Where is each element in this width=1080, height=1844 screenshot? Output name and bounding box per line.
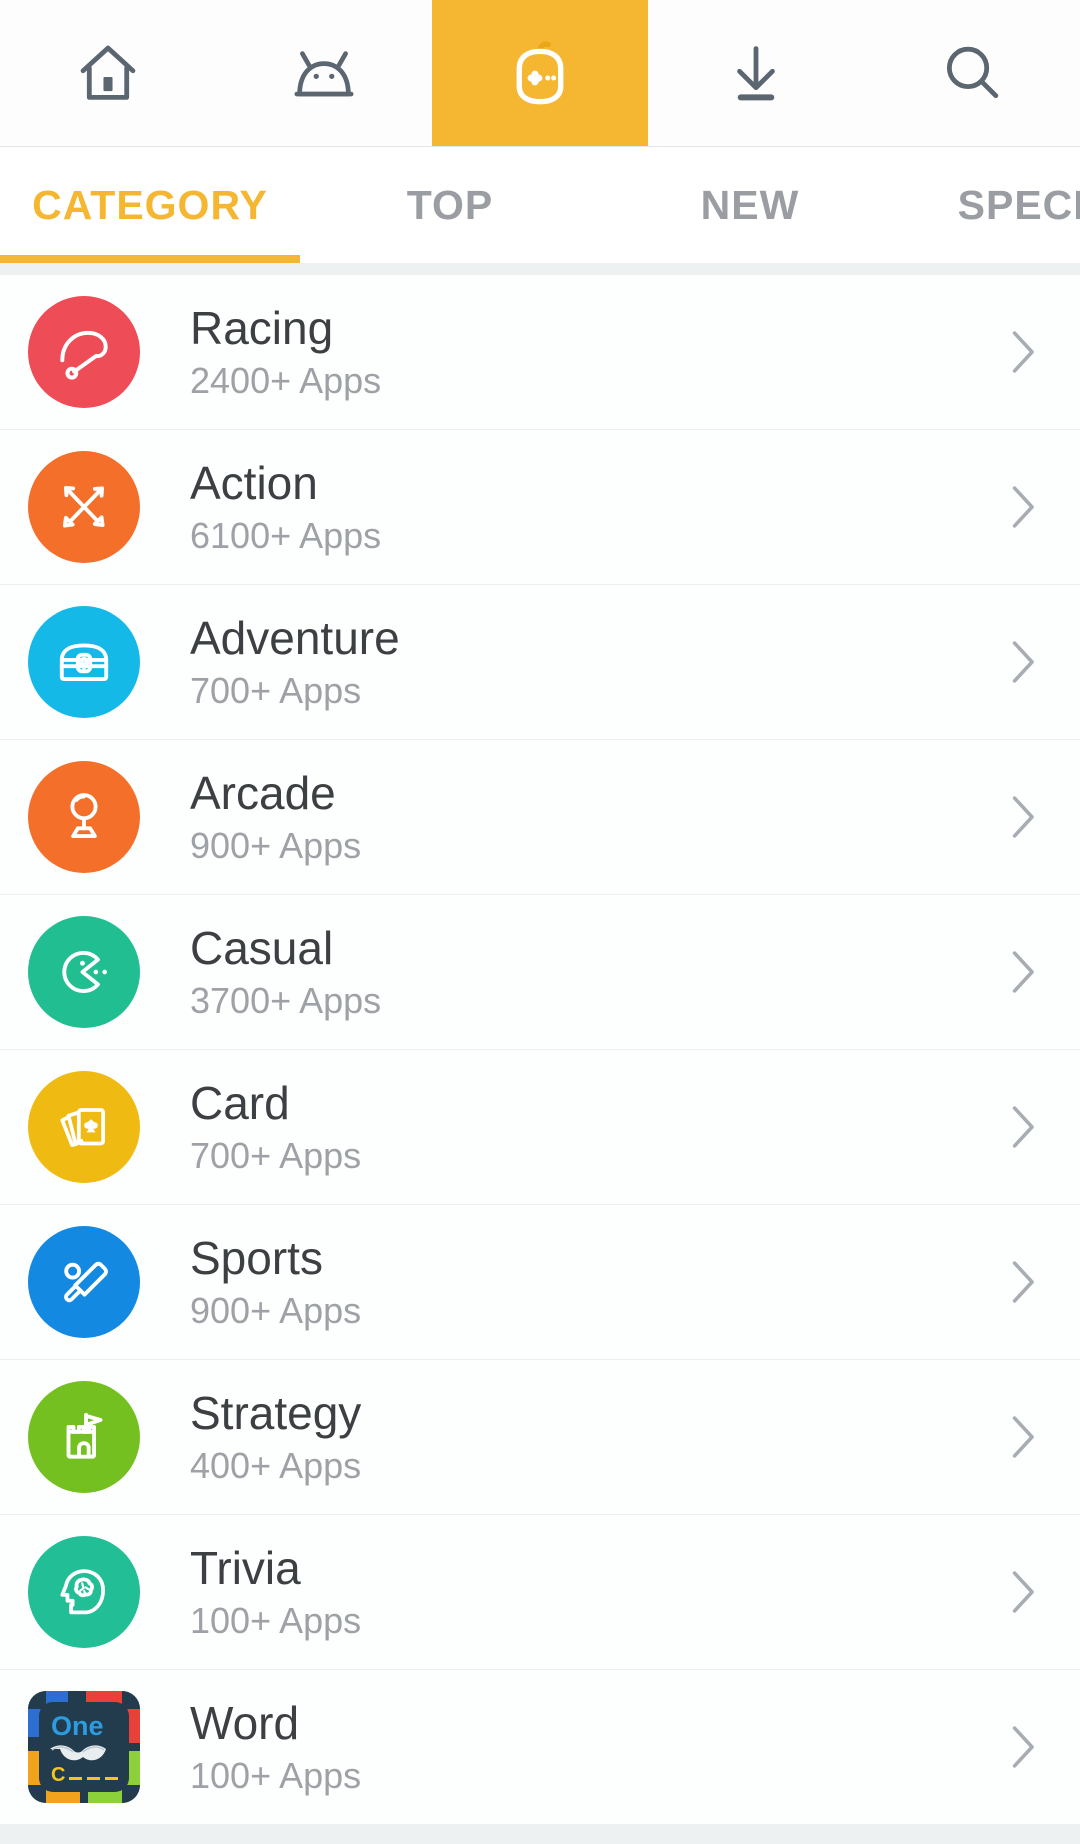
- category-title: Action: [190, 457, 318, 510]
- category-icon-trivia: [28, 1536, 140, 1648]
- category-list: Racing 2400+ Apps Action 6100+ Apps Adve…: [0, 263, 1080, 1844]
- chevron-right-icon[interactable]: [1004, 481, 1044, 533]
- brain-head-icon: [53, 1561, 115, 1623]
- tab-special[interactable]: SPECIAL: [900, 147, 1080, 263]
- category-icon-casual: [28, 916, 140, 1028]
- tab-top-label: TOP: [406, 181, 494, 228]
- category-count: 900+ Apps: [190, 824, 362, 866]
- category-count: 100+ Apps: [190, 1754, 362, 1796]
- android-robot-icon: [288, 39, 360, 107]
- download-icon: [722, 39, 790, 107]
- game-controller-icon: [501, 36, 579, 110]
- nav-item-search[interactable]: [864, 0, 1080, 146]
- category-count: 6100+ Apps: [190, 514, 382, 556]
- category-title: Arcade: [190, 767, 336, 820]
- category-title: Sports: [190, 1232, 323, 1285]
- tab-special-label: SPECIAL: [957, 181, 1080, 228]
- category-text: Racing 2400+ Apps: [140, 303, 1004, 400]
- search-icon: [938, 39, 1006, 107]
- list-item[interactable]: Racing 2400+ Apps: [0, 275, 1080, 430]
- list-item[interactable]: Action 6100+ Apps: [0, 430, 1080, 585]
- chevron-right-icon[interactable]: [1004, 946, 1044, 998]
- chevron-right-icon[interactable]: [1004, 1721, 1044, 1773]
- tab-top[interactable]: TOP: [300, 147, 600, 263]
- category-icon-card: [28, 1071, 140, 1183]
- category-tabs: CATEGORY TOP NEW SPECIAL: [0, 147, 1080, 263]
- tab-new[interactable]: NEW: [600, 147, 900, 263]
- list-item[interactable]: Casual 3700+ Apps: [0, 895, 1080, 1050]
- chevron-right-icon[interactable]: [1004, 791, 1044, 843]
- category-text: Adventure 700+ Apps: [140, 613, 1004, 710]
- category-title: Racing: [190, 302, 334, 355]
- category-text: Arcade 900+ Apps: [140, 768, 1004, 865]
- chevron-right-icon[interactable]: [1004, 1101, 1044, 1153]
- category-text: Trivia 100+ Apps: [140, 1543, 1004, 1640]
- crossed-swords-icon: [53, 476, 115, 538]
- category-title: Casual: [190, 922, 334, 975]
- category-title: Adventure: [190, 612, 400, 665]
- svg-text:C: C: [51, 1764, 65, 1786]
- category-count: 400+ Apps: [190, 1444, 362, 1486]
- category-text: Strategy 400+ Apps: [140, 1388, 1004, 1485]
- chevron-right-icon[interactable]: [1004, 636, 1044, 688]
- category-text: Action 6100+ Apps: [140, 458, 1004, 555]
- category-icon-strategy: [28, 1381, 140, 1493]
- tab-category[interactable]: CATEGORY: [0, 147, 300, 263]
- category-text: Word 100+ Apps: [140, 1698, 1004, 1795]
- category-icon-action: [28, 451, 140, 563]
- category-count: 700+ Apps: [190, 1134, 362, 1176]
- list-item[interactable]: Card 700+ Apps: [0, 1050, 1080, 1205]
- category-title: Strategy: [190, 1387, 362, 1440]
- nav-item-games[interactable]: [432, 0, 648, 146]
- chevron-right-icon[interactable]: [1004, 1566, 1044, 1618]
- nav-item-home[interactable]: [0, 0, 216, 146]
- top-navigation-bar: [0, 0, 1080, 147]
- category-title: Word: [190, 1697, 300, 1750]
- chevron-right-icon[interactable]: [1004, 1256, 1044, 1308]
- category-count: 100+ Apps: [190, 1599, 362, 1641]
- tab-new-label: NEW: [700, 181, 800, 228]
- joystick-icon: [53, 786, 115, 848]
- chevron-right-icon[interactable]: [1004, 326, 1044, 378]
- list-item[interactable]: Arcade 900+ Apps: [0, 740, 1080, 895]
- category-count: 3700+ Apps: [190, 979, 382, 1021]
- svg-text:One: One: [51, 1711, 104, 1741]
- list-item[interactable]: Trivia 100+ Apps: [0, 1515, 1080, 1670]
- nav-item-apps[interactable]: [216, 0, 432, 146]
- category-icon-racing: [28, 296, 140, 408]
- category-text: Card 700+ Apps: [140, 1078, 1004, 1175]
- pacman-icon: [53, 941, 115, 1003]
- category-title: Trivia: [190, 1542, 301, 1595]
- treasure-chest-icon: [53, 631, 115, 693]
- castle-flag-icon: [53, 1406, 115, 1468]
- category-icon-adventure: [28, 606, 140, 718]
- speedometer-icon: [53, 321, 115, 383]
- list-item[interactable]: Strategy 400+ Apps: [0, 1360, 1080, 1515]
- category-count: 700+ Apps: [190, 669, 362, 711]
- nav-item-downloads[interactable]: [648, 0, 864, 146]
- one-mustache-app-icon: One C: [28, 1691, 140, 1803]
- category-icon-arcade: [28, 761, 140, 873]
- category-count: 2400+ Apps: [190, 359, 382, 401]
- list-item[interactable]: One C Word 100+ Apps: [0, 1670, 1080, 1825]
- category-icon-word: One C: [28, 1691, 140, 1803]
- list-item[interactable]: Adventure 700+ Apps: [0, 585, 1080, 740]
- category-title: Card: [190, 1077, 290, 1130]
- list-item[interactable]: Sports 900+ Apps: [0, 1205, 1080, 1360]
- category-count: 900+ Apps: [190, 1289, 362, 1331]
- chevron-right-icon[interactable]: [1004, 1411, 1044, 1463]
- category-text: Sports 900+ Apps: [140, 1233, 1004, 1330]
- tab-category-label: CATEGORY: [32, 181, 268, 228]
- playing-cards-icon: [53, 1096, 115, 1158]
- category-icon-sports: [28, 1226, 140, 1338]
- cricket-bat-icon: [53, 1251, 115, 1313]
- category-text: Casual 3700+ Apps: [140, 923, 1004, 1020]
- home-icon: [74, 39, 142, 107]
